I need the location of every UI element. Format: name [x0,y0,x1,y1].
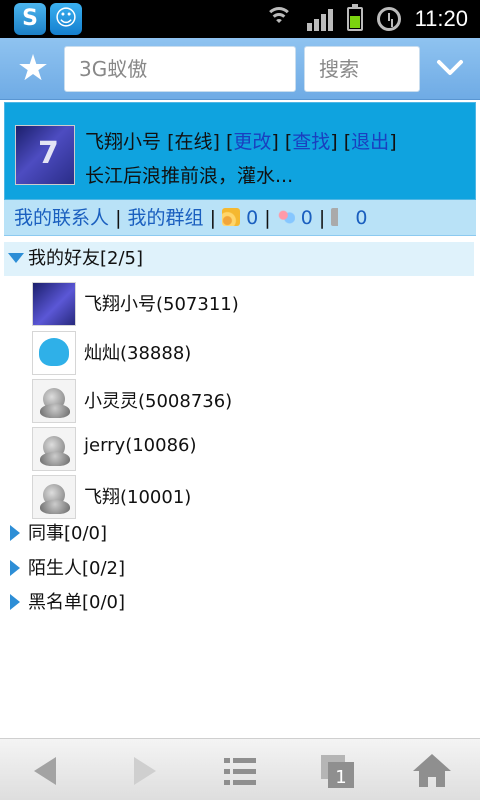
list-item[interactable]: 飞翔(10001) [32,475,452,519]
tab-count: 1 [335,767,346,788]
group-label: 陌生人[0/2] [28,558,126,579]
friend-name: 灿灿(38888) [84,343,192,364]
status-bar: S ☺ 11:20 [0,0,480,38]
group-label: 黑名单[0/0] [28,592,126,613]
avatar[interactable]: 7 [15,125,75,185]
edit-link[interactable]: 更改 [233,131,271,153]
group-label: 我的好友[2/5] [28,248,144,269]
wifi-icon [264,7,293,31]
contacts-tabs: 我的联系人 | 我的群组 | 0 | 0 | 0 [4,200,476,236]
search-button[interactable]: 搜索 [304,46,420,92]
group-blacklist[interactable]: 黑名单[0/0] [4,586,474,620]
list-item[interactable]: 小灵灵(5008736) [32,379,452,423]
find-link[interactable]: 查找 [292,131,330,153]
group-label: 同事[0/0] [28,523,108,544]
profile-header: 飞翔小号 [在线] [更改] [查找] [退出] [85,131,397,153]
menu-icon[interactable] [218,749,262,793]
expand-arrow-icon [8,253,24,263]
sound-icon[interactable] [331,208,350,226]
alarm-icon [376,7,401,31]
group-colleagues[interactable]: 同事[0/0] [4,517,474,551]
friend-name: 飞翔(10001) [84,487,192,508]
collapse-arrow-icon [10,525,20,541]
battery-icon [346,4,363,31]
app-qq-icon: ☺ [50,3,82,35]
collapse-arrow-icon [10,560,20,576]
avatar [32,331,76,375]
profile-panel: 7 飞翔小号 [在线] [更改] [查找] [退出] 长江后浪推前浪，灌水... [4,102,476,200]
group-strangers[interactable]: 陌生人[0/2] [4,552,474,586]
friend-name: jerry(10086) [84,435,197,456]
qq-avatar-icon [32,475,76,519]
home-icon[interactable] [410,749,454,793]
friend-name: 小灵灵(5008736) [84,391,233,412]
search-input[interactable]: 3G蚁傲 [64,46,296,92]
group-message-count[interactable]: 0 [301,207,313,229]
bottom-nav: 1 [0,738,480,800]
forward-icon[interactable] [122,749,166,793]
collapse-arrow-icon [10,594,20,610]
avatar [32,282,76,326]
tab-my-groups[interactable]: 我的群组 [128,207,204,229]
tab-my-contacts[interactable]: 我的联系人 [14,207,109,229]
rss-count[interactable]: 0 [246,207,258,229]
star-icon[interactable]: ★ [10,46,56,92]
logout-link[interactable]: 退出 [351,131,389,153]
sound-count[interactable]: 0 [355,207,367,229]
profile-status: [在线] [167,131,220,153]
search-bar: ★ 3G蚁傲 搜索 [0,38,480,100]
list-item[interactable]: 飞翔小号(507311) [32,282,452,326]
status-time: 11:20 [414,6,468,31]
list-item[interactable]: 灿灿(38888) [32,331,452,375]
app-s-icon: S [14,3,46,35]
rss-icon[interactable] [222,208,241,226]
tabs-icon[interactable]: 1 [316,749,360,793]
chevron-down-icon[interactable] [430,48,470,88]
back-icon[interactable] [24,749,68,793]
profile-name: 飞翔小号 [85,131,162,153]
group-message-icon[interactable] [276,208,295,226]
list-item[interactable]: jerry(10086) [32,427,452,471]
signal-icon [306,7,333,31]
qq-avatar-icon [32,379,76,423]
profile-signature: 长江后浪推前浪，灌水... [85,165,294,187]
group-my-friends[interactable]: 我的好友[2/5] [4,242,474,276]
friend-name: 飞翔小号(507311) [84,294,239,315]
qq-avatar-icon [32,427,76,471]
